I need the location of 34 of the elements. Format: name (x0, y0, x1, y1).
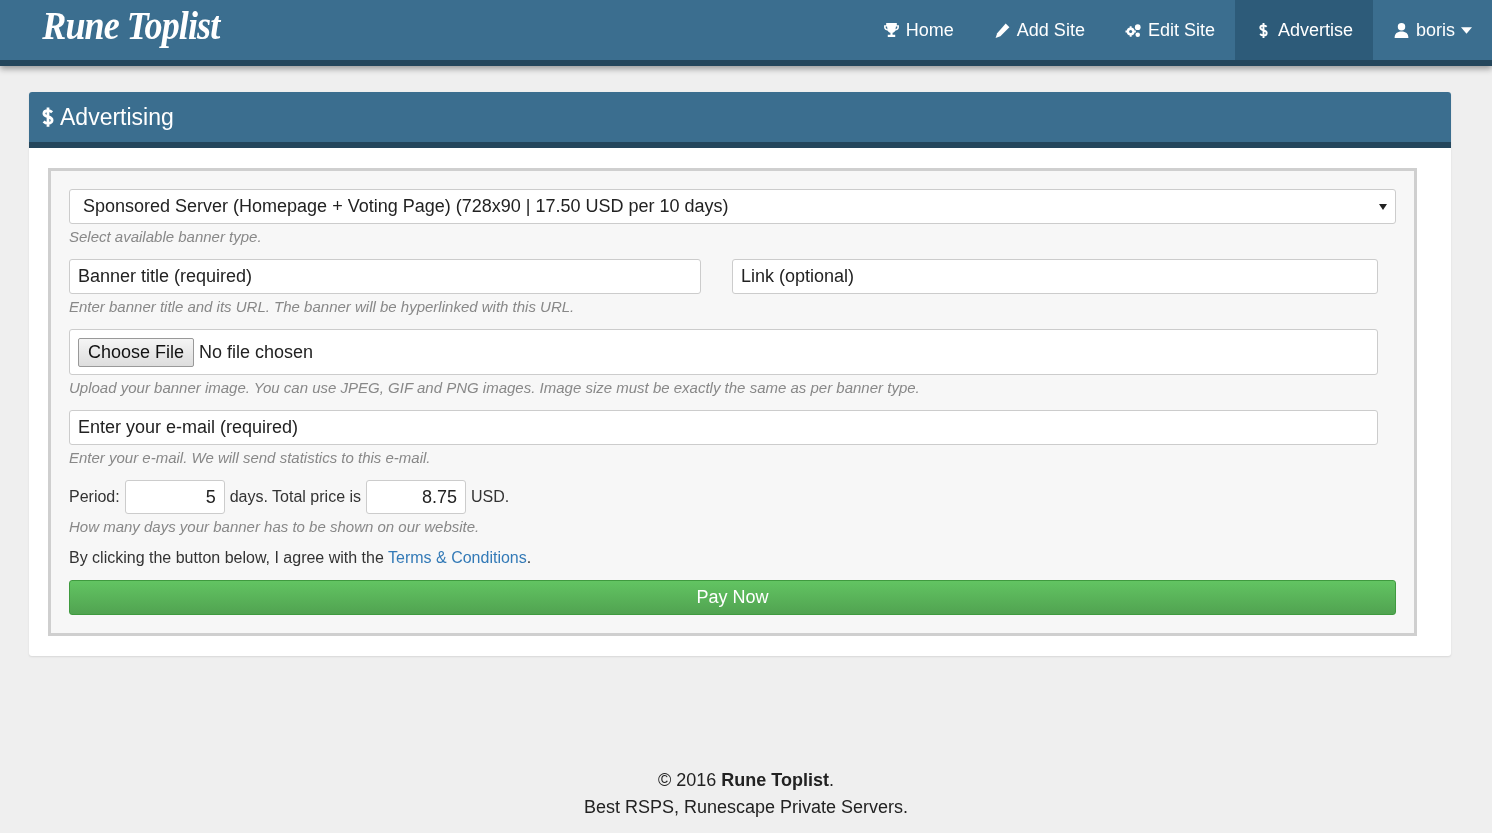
help-text: Enter banner title and its URL. The banner will be hyperlinked with this URL. (69, 298, 576, 315)
nav-link[interactable]: Advertise (1234, 0, 1373, 60)
currency-label: USD. (471, 488, 510, 506)
footer-tagline: Best RSPS, Runescape Private Servers. (583, 797, 909, 818)
terms-sentence: By clicking the button below, I agree with the Terms & Conditions. (69, 549, 533, 567)
help-text: Upload your banner image. You can use JPEG, GIF and PNG images. Image size must be exactly the same as per banner type. (69, 379, 921, 396)
user-icon (1393, 21, 1410, 39)
banner-type-select[interactable]: Sponsored Server (Homepage + Voting Page) (728x90 | 17.50 USD per 10 days) (69, 189, 1396, 224)
price-label: days. Total price is (229, 488, 362, 506)
help-text: How many days your banner has to be shown on our website. (69, 518, 481, 535)
link-field[interactable]: Link (optional) (732, 259, 1378, 294)
price-field[interactable]: 8.75 (366, 480, 467, 514)
period-label: Period: (69, 488, 120, 506)
copyright-text: © 2016 Rune Toplist. (658, 770, 834, 791)
caret-icon (1379, 203, 1387, 210)
pencil-icon (993, 21, 1011, 39)
help-text: Enter your e-mail. We will send statistics to this e-mail. (69, 449, 432, 466)
trophy-icon (882, 21, 900, 39)
email-field[interactable]: Enter your e-mail (required) (69, 410, 1378, 445)
nav-link[interactable]: Edit Site (1104, 0, 1235, 60)
file-upload-field[interactable]: Choose File No file chosen (69, 329, 1378, 375)
terms-link[interactable]: Terms & Conditions (388, 549, 527, 566)
help-text: Select available banner type. (69, 228, 263, 245)
nav-link[interactable]: boris (1373, 0, 1492, 60)
gears-icon (1124, 21, 1142, 39)
nav-link[interactable]: Add Site (973, 0, 1105, 60)
period-field[interactable]: 5 (124, 480, 225, 514)
nav-link[interactable]: Home (862, 0, 974, 60)
file-status: No file chosen (199, 341, 314, 363)
brand-logo[interactable]: Rune Toplist (0, 0, 220, 60)
banner-title-field[interactable]: Banner title (required) (69, 259, 701, 294)
panel-title: Advertising (60, 103, 174, 131)
dollar-icon (41, 106, 55, 128)
choose-file-button[interactable]: Choose File (78, 337, 195, 367)
